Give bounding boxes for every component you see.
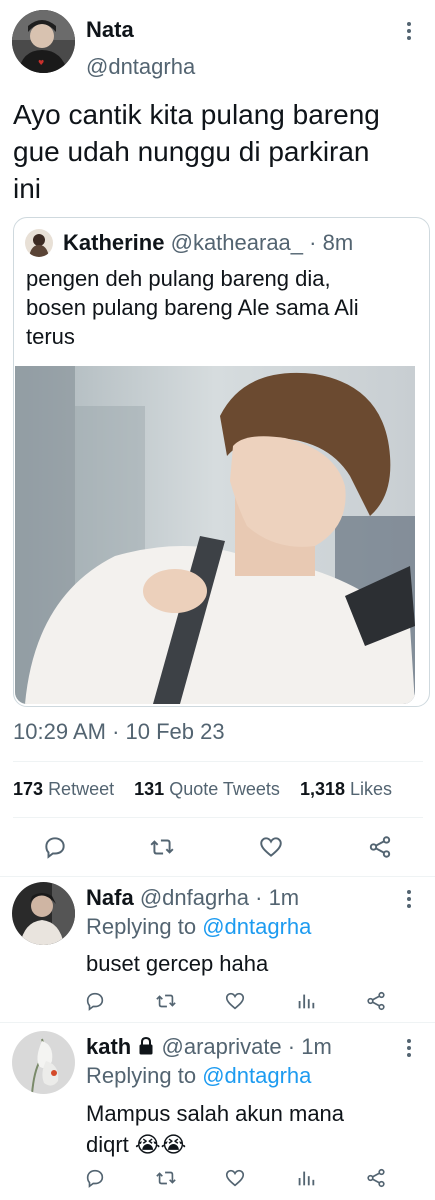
analytics-icon[interactable] bbox=[295, 990, 317, 1012]
retweet-icon[interactable] bbox=[154, 990, 178, 1012]
reply-author-handle[interactable]: @dnfagrha bbox=[140, 885, 249, 910]
quotes-label: Quote Tweets bbox=[169, 779, 280, 799]
quotes-stat[interactable]: 131 Quote Tweets bbox=[134, 779, 280, 799]
more-options-icon[interactable] bbox=[399, 16, 419, 46]
svg-text:♥: ♥ bbox=[38, 59, 44, 67]
reply-text: buset gercep haha bbox=[86, 951, 269, 976]
retweets-stat[interactable]: 173 Retweet bbox=[13, 779, 114, 799]
quoted-text-line: terus bbox=[26, 324, 75, 349]
reply-author-name[interactable]: Nafa bbox=[86, 885, 134, 910]
quoted-text-line: bosen pulang bareng Ale sama Ali bbox=[26, 295, 359, 320]
crying-emoji: 😭😭 bbox=[134, 1132, 187, 1157]
tweet-timestamp[interactable]: 10:29 AM · 10 Feb 23 bbox=[13, 719, 225, 745]
tweet-text-line: gue udah nunggu di parkiran bbox=[13, 136, 370, 167]
replying-to-handle[interactable]: @dntagrha bbox=[202, 1063, 311, 1088]
quoted-time: · 8m bbox=[309, 230, 354, 255]
analytics-icon[interactable] bbox=[295, 1167, 317, 1189]
quoted-tweet-photo[interactable] bbox=[15, 366, 415, 704]
more-options-icon[interactable] bbox=[399, 1033, 419, 1063]
reply-text: Mampus salah akun mana diqrt 😭😭 bbox=[86, 1098, 344, 1160]
divider bbox=[0, 1022, 435, 1023]
retweets-label: Retweet bbox=[48, 779, 115, 799]
reply-author-handle[interactable]: @araprivate bbox=[162, 1034, 282, 1059]
protected-lock-icon bbox=[137, 1036, 155, 1056]
reply-author-name[interactable]: kath bbox=[86, 1034, 131, 1059]
share-icon[interactable] bbox=[365, 990, 387, 1012]
reply-text-line: diqrt bbox=[86, 1132, 129, 1157]
retweet-icon[interactable] bbox=[148, 834, 176, 860]
like-icon[interactable] bbox=[224, 990, 246, 1012]
tweet-text: Ayo cantik kita pulang bareng gue udah n… bbox=[13, 96, 428, 207]
divider bbox=[13, 817, 423, 818]
author-avatar[interactable]: ♥ bbox=[12, 10, 75, 73]
reply-header: Nafa @dnfagrha · 1m bbox=[86, 885, 299, 911]
author-name[interactable]: Nata bbox=[86, 17, 134, 43]
tweet-stats: 173 Retweet 131 Quote Tweets 1,318 Likes bbox=[13, 779, 392, 800]
replying-to: Replying to @dntagrha bbox=[86, 914, 311, 940]
likes-count: 1,318 bbox=[299, 779, 346, 799]
likes-label: Likes bbox=[350, 779, 393, 799]
retweets-count: 173 bbox=[13, 779, 44, 799]
retweet-icon[interactable] bbox=[154, 1167, 178, 1189]
divider bbox=[0, 876, 435, 877]
quoted-author-name: Katherine bbox=[63, 230, 165, 255]
reply-avatar[interactable] bbox=[12, 1031, 75, 1094]
replying-to-handle[interactable]: @dntagrha bbox=[202, 914, 311, 939]
like-icon[interactable] bbox=[258, 834, 284, 860]
reply-icon[interactable] bbox=[84, 990, 106, 1012]
quoted-tweet-text: pengen deh pulang bareng dia, bosen pula… bbox=[26, 264, 359, 351]
share-icon[interactable] bbox=[367, 834, 393, 860]
like-icon[interactable] bbox=[224, 1167, 246, 1189]
replying-to-label: Replying to bbox=[86, 914, 197, 939]
share-icon[interactable] bbox=[365, 1167, 387, 1189]
reply-icon[interactable] bbox=[84, 1167, 106, 1189]
author-handle[interactable]: @dntagrha bbox=[86, 54, 195, 80]
divider bbox=[13, 761, 423, 762]
quoted-author-avatar bbox=[25, 229, 53, 257]
quoted-text-line: pengen deh pulang bareng dia, bbox=[26, 266, 331, 291]
tweet-text-line: ini bbox=[13, 173, 42, 204]
reply-time: · 1m bbox=[255, 885, 300, 910]
reply-text-line: Mampus salah akun mana bbox=[86, 1101, 345, 1126]
more-options-icon[interactable] bbox=[399, 884, 419, 914]
reply-icon[interactable] bbox=[42, 834, 68, 860]
reply-header: kath @araprivate · 1m bbox=[86, 1034, 332, 1060]
reply-time: · 1m bbox=[287, 1034, 332, 1059]
quoted-author-handle: @kathearaa_ bbox=[170, 230, 304, 255]
quoted-author-line: Katherine @kathearaa_ · 8m bbox=[63, 230, 353, 256]
quotes-count: 131 bbox=[134, 779, 165, 799]
likes-stat[interactable]: 1,318 Likes bbox=[300, 779, 392, 799]
replying-to-label: Replying to bbox=[86, 1063, 197, 1088]
reply-avatar[interactable] bbox=[12, 882, 75, 945]
tweet-text-line: Ayo cantik kita pulang bareng bbox=[13, 99, 380, 130]
replying-to: Replying to @dntagrha bbox=[86, 1063, 311, 1089]
